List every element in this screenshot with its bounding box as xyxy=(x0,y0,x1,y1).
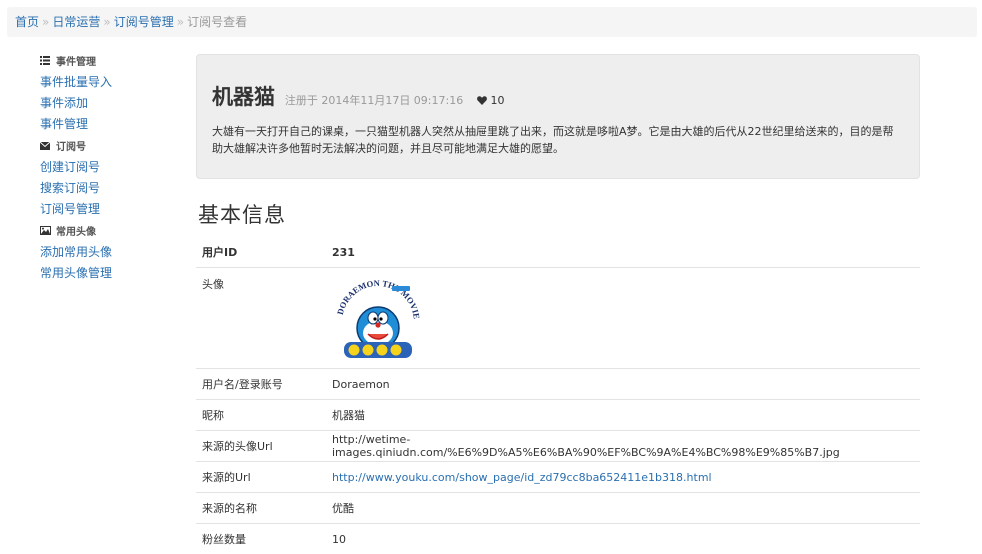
user-id-label: 用户ID xyxy=(196,237,326,268)
breadcrumb-subscription-manage[interactable]: 订阅号管理 xyxy=(114,15,174,29)
likes-count: 10 xyxy=(491,94,505,107)
sidebar-item-event-add[interactable]: 事件添加 xyxy=(40,93,180,114)
sidebar-item-manage-avatar[interactable]: 常用头像管理 xyxy=(40,263,180,284)
breadcrumb-home[interactable]: 首页 xyxy=(15,15,39,29)
avatar-url-value: http://wetime-images.qiniudn.com/%E6%9D%… xyxy=(326,431,920,462)
avatar-label: 头像 xyxy=(196,268,326,369)
source-name-label: 来源的名称 xyxy=(196,493,326,524)
table-row: 来源的Url http://www.youku.com/show_page/id… xyxy=(196,462,920,493)
sidebar-item-add-avatar[interactable]: 添加常用头像 xyxy=(40,242,180,263)
breadcrumb-separator: » xyxy=(100,15,113,29)
profile-title: 机器猫 xyxy=(212,81,275,111)
table-row: 头像 DORAEMON THE MOVIE xyxy=(196,268,920,369)
table-row: 用户ID 231 xyxy=(196,237,920,268)
table-row: 用户名/登录账号 Doraemon xyxy=(196,369,920,400)
sidebar-item-manage-subscription[interactable]: 订阅号管理 xyxy=(40,199,180,220)
sidebar-item-event-batch-import[interactable]: 事件批量导入 xyxy=(40,72,180,93)
source-name-value: 优酷 xyxy=(326,493,920,524)
info-table: 用户ID 231 头像 DORAEMON THE MOVIE xyxy=(196,237,920,554)
sidebar: 事件管理 事件批量导入 事件添加 事件管理 订阅号 创建订阅号 搜索订阅号 订阅… xyxy=(40,56,180,290)
sidebar-header-subscriptions: 订阅号 xyxy=(40,141,180,155)
table-row: 来源的名称 优酷 xyxy=(196,493,920,524)
sidebar-header-label: 常用头像 xyxy=(56,226,96,240)
sidebar-group-subscriptions: 订阅号 创建订阅号 搜索订阅号 订阅号管理 xyxy=(40,141,180,220)
registered-time: 注册于 2014年11月17日 09:17:16 xyxy=(285,92,463,108)
nickname-value: 机器猫 xyxy=(326,400,920,431)
fans-value: 10 xyxy=(326,524,920,554)
table-row: 昵称 机器猫 xyxy=(196,400,920,431)
profile-hero: 机器猫 注册于 2014年11月17日 09:17:16 10 大雄有一天打开自… xyxy=(196,54,920,179)
breadcrumb-current: 订阅号查看 xyxy=(187,15,247,29)
sidebar-header-events: 事件管理 xyxy=(40,56,180,70)
picture-icon xyxy=(40,226,52,240)
likes-badge: 10 xyxy=(477,94,505,107)
user-id-value: 231 xyxy=(326,237,920,268)
section-title: 基本信息 xyxy=(198,199,286,229)
username-value: Doraemon xyxy=(326,369,920,400)
avatar: DORAEMON THE MOVIE xyxy=(332,276,424,360)
table-row: 来源的头像Url http://wetime-images.qiniudn.co… xyxy=(196,431,920,462)
avatar-url-label: 来源的头像Url xyxy=(196,431,326,462)
nickname-label: 昵称 xyxy=(196,400,326,431)
sidebar-item-search-subscription[interactable]: 搜索订阅号 xyxy=(40,178,180,199)
heart-icon xyxy=(477,94,491,107)
breadcrumb-daily-ops[interactable]: 日常运营 xyxy=(52,15,100,29)
sidebar-item-create-subscription[interactable]: 创建订阅号 xyxy=(40,157,180,178)
source-url-cell: http://www.youku.com/show_page/id_zd79cc… xyxy=(326,462,920,493)
sidebar-group-events: 事件管理 事件批量导入 事件添加 事件管理 xyxy=(40,56,180,135)
table-row: 粉丝数量 10 xyxy=(196,524,920,554)
breadcrumb-separator: » xyxy=(39,15,52,29)
envelope-icon xyxy=(40,141,52,155)
breadcrumb: 首页»日常运营»订阅号管理»订阅号查看 xyxy=(7,7,977,37)
breadcrumb-separator: » xyxy=(174,15,187,29)
username-label: 用户名/登录账号 xyxy=(196,369,326,400)
sidebar-header-label: 事件管理 xyxy=(56,56,96,70)
source-url-label: 来源的Url xyxy=(196,462,326,493)
profile-description: 大雄有一天打开自己的课桌，一只猫型机器人突然从抽屉里跳了出来，而这就是哆啦A梦。… xyxy=(212,123,902,157)
list-icon xyxy=(40,56,52,70)
fans-label: 粉丝数量 xyxy=(196,524,326,554)
sidebar-item-event-manage[interactable]: 事件管理 xyxy=(40,114,180,135)
hero-heading: 机器猫 注册于 2014年11月17日 09:17:16 10 xyxy=(212,81,904,111)
sidebar-header-label: 订阅号 xyxy=(56,141,86,155)
avatar-cell: DORAEMON THE MOVIE xyxy=(326,268,920,369)
source-url-link[interactable]: http://www.youku.com/show_page/id_zd79cc… xyxy=(332,471,712,484)
sidebar-group-avatars: 常用头像 添加常用头像 常用头像管理 xyxy=(40,226,180,284)
sidebar-header-avatars: 常用头像 xyxy=(40,226,180,240)
